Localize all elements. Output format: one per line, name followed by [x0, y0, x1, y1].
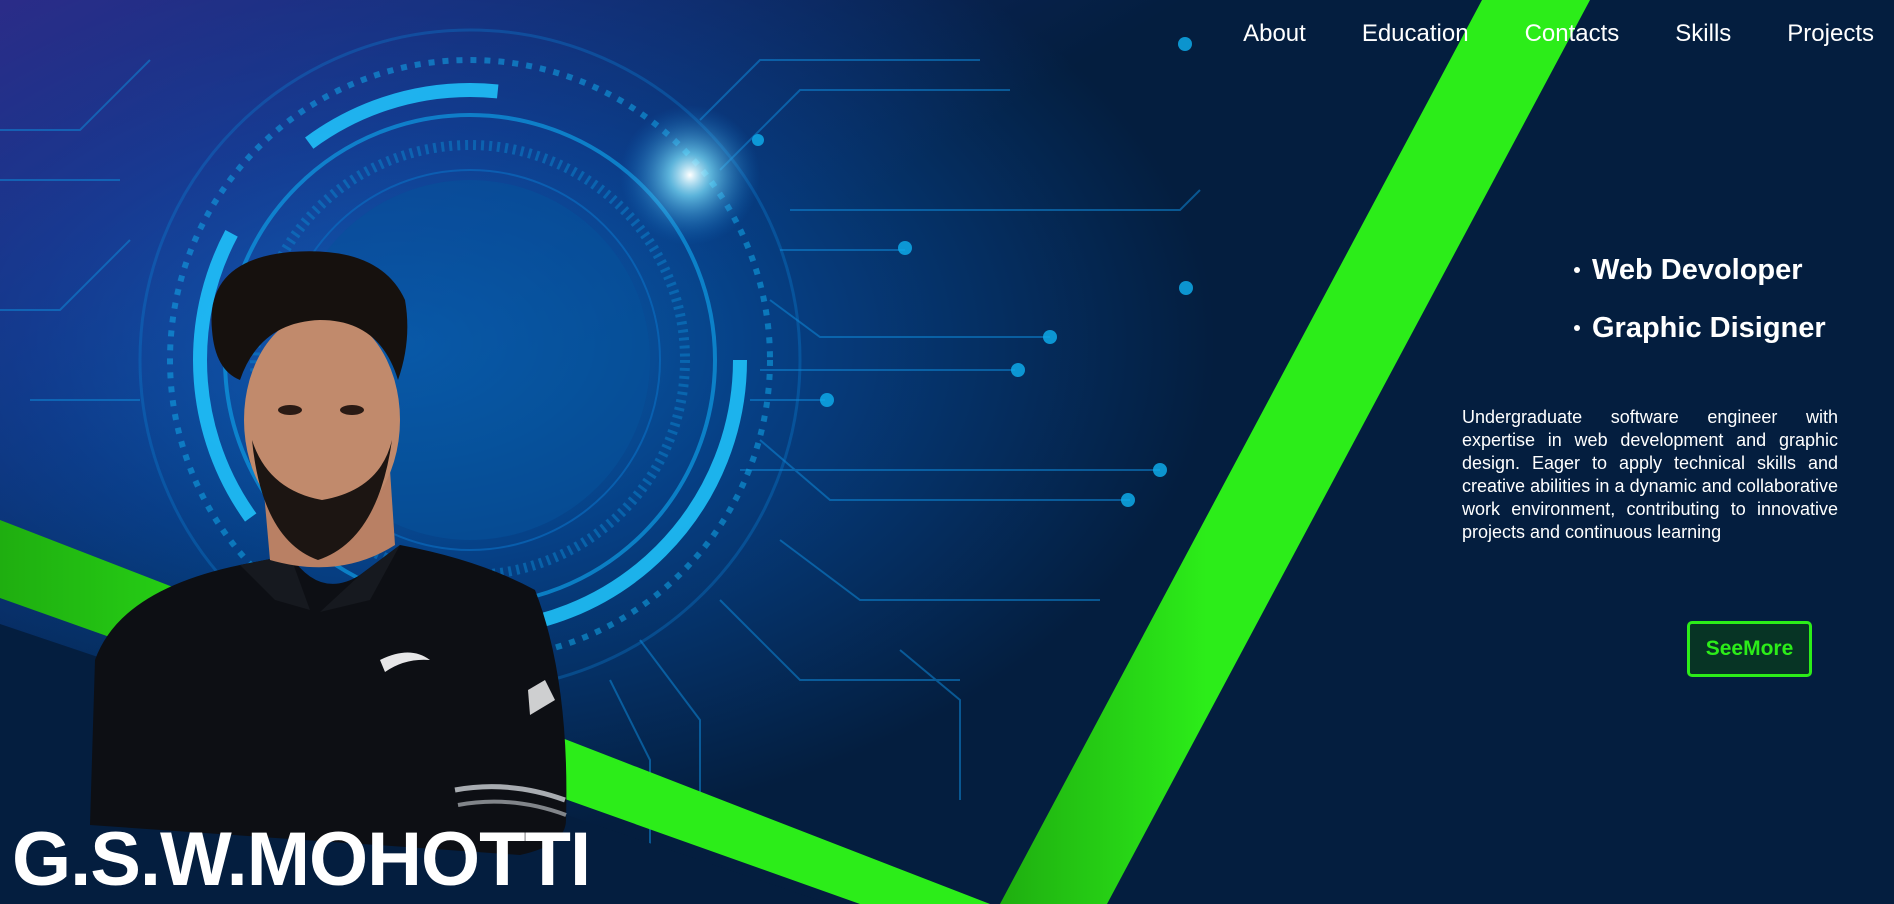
nav-education-link[interactable]: Education: [1362, 20, 1469, 48]
bullet-dot-icon: [1574, 267, 1580, 273]
role-label: Web Devoloper: [1592, 253, 1803, 286]
nav-about-link[interactable]: About: [1243, 20, 1306, 48]
see-more-button[interactable]: SeeMore: [1687, 621, 1812, 677]
summary-text: Undergraduate software engineer with exp…: [1462, 407, 1838, 542]
bullet-dot-icon: [1574, 325, 1580, 331]
main-nav: About Education Contacts Skills Projects: [1243, 20, 1874, 48]
role-label: Graphic Disigner: [1592, 311, 1826, 344]
nav-contacts-link[interactable]: Contacts: [1525, 20, 1620, 48]
role-item: Web Devoloper: [1574, 241, 1826, 299]
roles-list: Web Devoloper Graphic Disigner: [1574, 241, 1826, 357]
nav-projects-link[interactable]: Projects: [1787, 20, 1874, 48]
portfolio-hero: About Education Contacts Skills Projects…: [0, 0, 1894, 904]
owner-name: G.S.W.MOHOTTI: [12, 817, 591, 902]
role-item: Graphic Disigner: [1574, 299, 1826, 357]
nav-skills-link[interactable]: Skills: [1675, 20, 1731, 48]
